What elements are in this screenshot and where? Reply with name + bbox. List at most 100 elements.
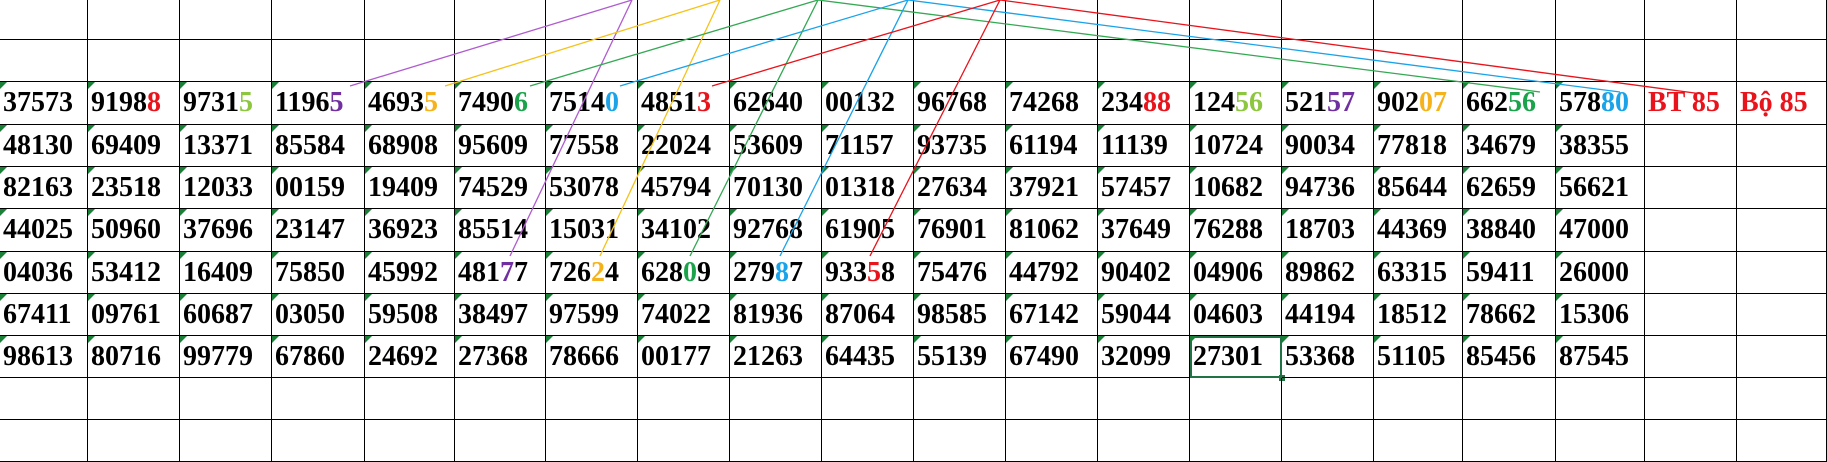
- cell-r5-c5[interactable]: 45992: [365, 252, 455, 294]
- empty-cell[interactable]: [822, 0, 914, 40]
- cell-r4-c6[interactable]: 85514: [455, 209, 546, 252]
- cell-r2-c7[interactable]: 77558: [546, 125, 638, 167]
- cell-r4-c4[interactable]: 23147: [272, 209, 365, 252]
- cell-r3-c18[interactable]: 56621: [1556, 167, 1645, 209]
- empty-cell[interactable]: [1737, 252, 1827, 294]
- cell-r3-c2[interactable]: 23518: [88, 167, 180, 209]
- cell-r1-c15[interactable]: 52157: [1282, 82, 1374, 125]
- empty-cell[interactable]: [0, 40, 88, 82]
- cell-r4-c17[interactable]: 38840: [1463, 209, 1556, 252]
- cell-r1-c16[interactable]: 90207: [1374, 82, 1463, 125]
- empty-cell[interactable]: [272, 0, 365, 40]
- cell-r5-c15[interactable]: 89862: [1282, 252, 1374, 294]
- empty-cell[interactable]: [365, 420, 455, 462]
- cell-r4-c3[interactable]: 37696: [180, 209, 272, 252]
- empty-cell[interactable]: [1737, 336, 1827, 378]
- cell-r4-c16[interactable]: 44369: [1374, 209, 1463, 252]
- cell-r5-c16[interactable]: 63315: [1374, 252, 1463, 294]
- cell-r3-c1[interactable]: 82163: [0, 167, 88, 209]
- empty-cell[interactable]: [1737, 420, 1827, 462]
- empty-cell[interactable]: [914, 0, 1006, 40]
- cell-r3-c3[interactable]: 12033: [180, 167, 272, 209]
- empty-cell[interactable]: [1190, 0, 1282, 40]
- cell-r4-c9[interactable]: 92768: [730, 209, 822, 252]
- empty-cell[interactable]: [272, 40, 365, 82]
- empty-cell[interactable]: [1556, 40, 1645, 82]
- empty-cell[interactable]: [365, 378, 455, 420]
- cell-r4-c18[interactable]: 47000: [1556, 209, 1645, 252]
- cell-r6-c17[interactable]: 78662: [1463, 294, 1556, 336]
- cell-r3-c14[interactable]: 10682: [1190, 167, 1282, 209]
- empty-cell[interactable]: [1282, 40, 1374, 82]
- cell-r2-c2[interactable]: 69409: [88, 125, 180, 167]
- empty-cell[interactable]: [1556, 378, 1645, 420]
- empty-cell[interactable]: [1737, 167, 1827, 209]
- empty-cell[interactable]: [546, 40, 638, 82]
- cell-r6-c16[interactable]: 18512: [1374, 294, 1463, 336]
- empty-cell[interactable]: [455, 378, 546, 420]
- cell-r3-c13[interactable]: 57457: [1098, 167, 1190, 209]
- cell-r1-c8[interactable]: 48513: [638, 82, 730, 125]
- empty-cell[interactable]: [365, 40, 455, 82]
- empty-cell[interactable]: [0, 378, 88, 420]
- cell-r7-c7[interactable]: 78666: [546, 336, 638, 378]
- cell-r1-c12[interactable]: 74268: [1006, 82, 1098, 125]
- empty-cell[interactable]: [1374, 420, 1463, 462]
- cell-r5-c13[interactable]: 90402: [1098, 252, 1190, 294]
- cell-r6-c13[interactable]: 59044: [1098, 294, 1190, 336]
- empty-cell[interactable]: [1190, 40, 1282, 82]
- cell-r7-c13[interactable]: 32099: [1098, 336, 1190, 378]
- cell-r3-c4[interactable]: 00159: [272, 167, 365, 209]
- empty-cell[interactable]: [1645, 252, 1737, 294]
- cell-r2-c1[interactable]: 48130: [0, 125, 88, 167]
- cell-r4-c11[interactable]: 76901: [914, 209, 1006, 252]
- empty-cell[interactable]: [1098, 420, 1190, 462]
- cell-r4-c15[interactable]: 18703: [1282, 209, 1374, 252]
- cell-r7-c12[interactable]: 67490: [1006, 336, 1098, 378]
- empty-cell[interactable]: [822, 40, 914, 82]
- cell-r1-c19[interactable]: BT 85: [1645, 82, 1737, 125]
- cell-r7-c16[interactable]: 51105: [1374, 336, 1463, 378]
- empty-cell[interactable]: [1737, 294, 1827, 336]
- cell-r5-c9[interactable]: 27987: [730, 252, 822, 294]
- cell-r2-c10[interactable]: 71157: [822, 125, 914, 167]
- empty-cell[interactable]: [1190, 420, 1282, 462]
- cell-r1-c20[interactable]: Bộ 85: [1737, 82, 1827, 125]
- empty-cell[interactable]: [1645, 167, 1737, 209]
- cell-r7-c18[interactable]: 87545: [1556, 336, 1645, 378]
- empty-cell[interactable]: [1737, 0, 1827, 40]
- empty-cell[interactable]: [88, 420, 180, 462]
- cell-r2-c16[interactable]: 77818: [1374, 125, 1463, 167]
- empty-cell[interactable]: [730, 40, 822, 82]
- cell-r1-c14[interactable]: 12456: [1190, 82, 1282, 125]
- empty-cell[interactable]: [914, 40, 1006, 82]
- cell-r3-c11[interactable]: 27634: [914, 167, 1006, 209]
- empty-cell[interactable]: [638, 40, 730, 82]
- cell-r5-c6[interactable]: 48177: [455, 252, 546, 294]
- cell-r2-c14[interactable]: 10724: [1190, 125, 1282, 167]
- cell-r7-c17[interactable]: 85456: [1463, 336, 1556, 378]
- empty-cell[interactable]: [1737, 125, 1827, 167]
- empty-cell[interactable]: [455, 420, 546, 462]
- cell-r1-c3[interactable]: 97315: [180, 82, 272, 125]
- empty-cell[interactable]: [1098, 0, 1190, 40]
- cell-r1-c4[interactable]: 11965: [272, 82, 365, 125]
- cell-r6-c4[interactable]: 03050: [272, 294, 365, 336]
- empty-cell[interactable]: [1737, 209, 1827, 252]
- cell-r5-c18[interactable]: 26000: [1556, 252, 1645, 294]
- empty-cell[interactable]: [1374, 40, 1463, 82]
- cell-r1-c2[interactable]: 91988: [88, 82, 180, 125]
- empty-cell[interactable]: [272, 420, 365, 462]
- cell-r2-c8[interactable]: 22024: [638, 125, 730, 167]
- empty-cell[interactable]: [914, 378, 1006, 420]
- cell-r6-c8[interactable]: 74022: [638, 294, 730, 336]
- empty-cell[interactable]: [638, 378, 730, 420]
- cell-r5-c3[interactable]: 16409: [180, 252, 272, 294]
- cell-r1-c7[interactable]: 75140: [546, 82, 638, 125]
- empty-cell[interactable]: [1282, 0, 1374, 40]
- cell-r5-c1[interactable]: 04036: [0, 252, 88, 294]
- cell-r2-c5[interactable]: 68908: [365, 125, 455, 167]
- cell-r1-c10[interactable]: 00132: [822, 82, 914, 125]
- selected-cell[interactable]: 27301: [1190, 336, 1285, 381]
- cell-r4-c10[interactable]: 61905: [822, 209, 914, 252]
